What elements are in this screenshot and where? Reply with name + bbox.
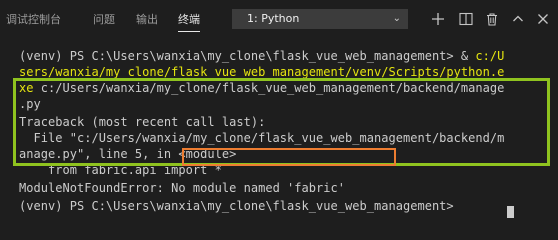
tab-terminal[interactable]: 终端 (178, 0, 200, 40)
kill-terminal-button[interactable] (482, 9, 502, 29)
terminal-cursor (507, 206, 514, 218)
trash-icon (487, 13, 497, 26)
terminal-select-value: 1: Python (247, 12, 300, 25)
split-icon (459, 12, 473, 26)
terminal-line: (venv) PS C:\Users\wanxia\my_clone\flask… (19, 49, 505, 63)
new-terminal-button[interactable] (428, 9, 448, 29)
panel-tab-bar: 调试控制台 问题 输出 终端 1: Python ⌄ (0, 0, 558, 40)
plus-icon (432, 13, 444, 25)
terminal-panel: 调试控制台 问题 输出 终端 1: Python ⌄ (venv) PS C:\… (0, 0, 558, 240)
maximize-panel-button[interactable] (508, 9, 528, 29)
terminal-line: (venv) PS C:\Users\wanxia\my_clone\flask… (19, 199, 461, 213)
tab-label: 终端 (178, 13, 200, 26)
terminal-line: ModuleNotFoundError: No module named 'fa… (19, 181, 346, 195)
tab-label: 输出 (136, 13, 158, 26)
tab-debug-console[interactable]: 调试控制台 (6, 0, 61, 40)
split-terminal-button[interactable] (456, 9, 476, 29)
close-panel-button[interactable] (533, 9, 553, 29)
chevron-down-icon: ⌄ (392, 13, 401, 24)
tab-problems[interactable]: 问题 (93, 0, 115, 40)
error-message-highlight-box (182, 148, 396, 166)
tab-label: 调试控制台 (6, 13, 61, 26)
tab-label: 问题 (93, 13, 115, 26)
chevron-up-icon (513, 15, 523, 22)
close-icon (538, 14, 548, 24)
tab-output[interactable]: 输出 (136, 0, 158, 40)
terminal-select[interactable]: 1: Python ⌄ (232, 9, 408, 29)
